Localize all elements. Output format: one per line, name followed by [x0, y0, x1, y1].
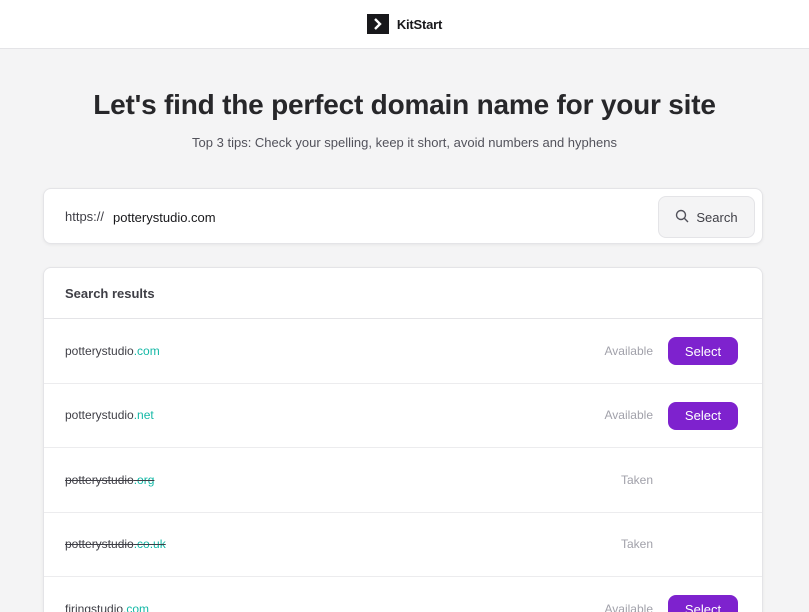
domain-tld: .org	[133, 472, 155, 487]
domain-tld: .net	[133, 408, 154, 423]
domain-name: potterystudio.org	[65, 472, 155, 487]
domain-search-input[interactable]	[113, 201, 673, 233]
select-button[interactable]: Select	[668, 595, 738, 612]
result-row: firingstudio.com Available Select	[44, 577, 762, 612]
search-icon	[675, 209, 689, 226]
domain-name: firingstudio.com	[65, 602, 149, 612]
availability-status: Available	[604, 343, 653, 358]
domain-name: potterystudio.co.uk	[65, 537, 166, 552]
select-button[interactable]: Select	[668, 337, 738, 365]
result-row: potterystudio.com Available Select	[44, 319, 762, 384]
domain-tld: .com	[133, 343, 160, 358]
brand-logo[interactable]: KitStart	[366, 14, 443, 34]
result-row: potterystudio.org Taken	[44, 448, 762, 513]
availability-status: Taken	[620, 472, 653, 487]
result-row: potterystudio.net Available Select	[44, 384, 762, 448]
availability-status: Taken	[620, 537, 653, 552]
availability-status: Available	[604, 408, 653, 423]
brand-name: KitStart	[396, 16, 443, 32]
domain-search-bar: https:// Search	[43, 188, 763, 244]
url-prefix: https://	[65, 209, 105, 224]
top-bar: KitStart	[0, 0, 809, 49]
page-title: Let's find the perfect domain name for y…	[93, 89, 716, 120]
result-row: potterystudio.co.uk Taken	[44, 513, 762, 577]
domain-name: potterystudio.net	[65, 408, 154, 423]
page-subtitle: Top 3 tips: Check your spelling, keep it…	[192, 135, 617, 150]
search-button-label: Search	[696, 209, 738, 225]
chevron-right-icon	[366, 14, 389, 34]
domain-tld: .com	[123, 601, 150, 612]
domain-name: potterystudio.com	[65, 343, 160, 358]
search-button[interactable]: Search	[658, 196, 755, 238]
search-results-panel: Search results potterystudio.com Availab…	[43, 267, 763, 612]
results-title: Search results	[44, 268, 762, 319]
availability-status: Available	[604, 601, 653, 612]
domain-tld: .co.uk	[133, 537, 166, 552]
select-button[interactable]: Select	[668, 401, 738, 430]
